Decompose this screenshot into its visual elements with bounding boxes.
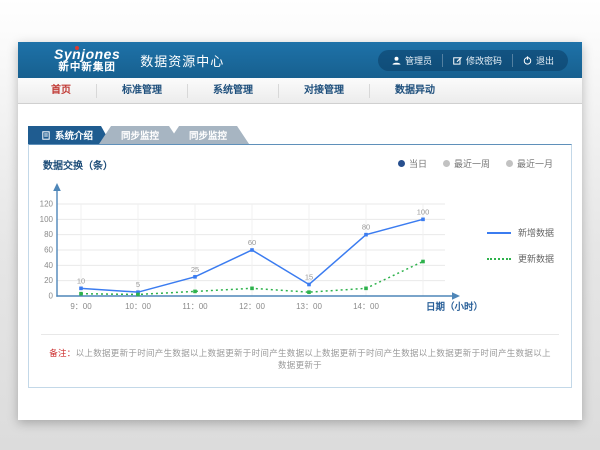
svg-text:60: 60: [44, 246, 53, 255]
main-nav: 首页 标准管理 系统管理 对接管理 数据异动: [18, 78, 582, 104]
data-point-label: 5: [136, 280, 140, 289]
chart-row: 0 20 40 60 80 100 120 9：00 10：00 11：00 12：00 13：00 1…: [29, 174, 571, 324]
data-point-label: 15: [305, 273, 313, 282]
radio-last-week[interactable]: 最近一周: [443, 157, 490, 170]
tab-sync-monitor-1[interactable]: 同步监控: [99, 126, 181, 144]
data-point: [421, 260, 425, 264]
legend-item-updated-data: 更新数据: [487, 252, 554, 265]
radio-today[interactable]: 当日: [398, 157, 427, 170]
user-toolbar: 管理员 修改密码 退出: [378, 50, 568, 71]
svg-text:13：00: 13：00: [296, 302, 322, 311]
radio-label: 最近一周: [454, 157, 490, 170]
nav-item-interface-mgmt[interactable]: 对接管理: [278, 84, 369, 98]
change-password-label: 修改密码: [466, 54, 502, 67]
line-chart: 0 20 40 60 80 100 120 9：00 10：00 11：00 12：00 13：00 1…: [33, 174, 485, 324]
logout-button[interactable]: 退出: [512, 54, 564, 67]
data-point: [250, 287, 254, 291]
footnote: 备注：以上数据更新于时间产生数据以上数据更新于时间产生数据以上数据更新于时间产生…: [29, 347, 571, 371]
data-point: [364, 233, 368, 237]
legend-label: 新增数据: [518, 226, 554, 239]
logout-label: 退出: [536, 54, 554, 67]
note-divider: [41, 334, 559, 335]
svg-text:11：00: 11：00: [182, 302, 208, 311]
user-label: 管理员: [405, 54, 432, 67]
desktop-background: Synjones 新中新集团 数据资源中心 管理员 修改密码 退出: [0, 0, 600, 450]
data-point: [307, 290, 311, 294]
footnote-label: 备注：: [49, 348, 75, 358]
data-point-label: 80: [362, 223, 370, 232]
radio-dot: [398, 160, 405, 167]
data-point: [364, 287, 368, 291]
page-title: 数据资源中心: [140, 51, 224, 70]
radio-label: 当日: [409, 157, 427, 170]
svg-text:80: 80: [44, 230, 53, 239]
data-point: [421, 218, 425, 222]
user-button[interactable]: 管理员: [382, 54, 442, 67]
radio-dot: [506, 160, 513, 167]
legend-line-sample-solid: [487, 232, 511, 234]
tab-label: 系统介绍: [55, 128, 93, 142]
nav-item-standard-mgmt[interactable]: 标准管理: [96, 84, 187, 98]
data-point-label: 100: [417, 207, 430, 216]
chart-panel: 当日 最近一周 最近一月 数据交换（条） 0204060801001209：00…: [28, 144, 572, 388]
tab-sync-monitor-2[interactable]: 同步监控: [167, 126, 249, 144]
x-axis-arrow-icon: [452, 292, 460, 300]
legend-label: 更新数据: [518, 252, 554, 265]
svg-text:9：00: 9：00: [70, 302, 92, 311]
change-password-button[interactable]: 修改密码: [442, 54, 512, 67]
data-point: [193, 290, 197, 294]
data-point: [79, 287, 83, 291]
legend-line-sample-dotted: [487, 258, 511, 260]
svg-text:10：00: 10：00: [125, 302, 151, 311]
svg-text:0: 0: [49, 292, 54, 301]
user-icon: [392, 56, 401, 65]
range-filter: 当日 最近一周 最近一月: [398, 157, 553, 170]
app-window: Synjones 新中新集团 数据资源中心 管理员 修改密码 退出: [18, 42, 582, 420]
radio-dot: [443, 160, 450, 167]
data-point-label: 60: [248, 238, 256, 247]
axes: [53, 183, 460, 300]
x-axis-title: 日期（小时）: [426, 301, 483, 313]
legend-item-new-data: 新增数据: [487, 226, 554, 239]
app-header: Synjones 新中新集团 数据资源中心 管理员 修改密码 退出: [18, 42, 582, 78]
logo-name: Synjones: [54, 47, 120, 62]
data-point: [250, 248, 254, 252]
nav-item-data-change[interactable]: 数据异动: [369, 84, 460, 98]
data-point-label: 25: [191, 265, 199, 274]
data-point: [136, 293, 140, 297]
logo-subtitle: 新中新集团: [54, 62, 120, 73]
document-icon: [42, 131, 50, 140]
svg-text:14：00: 14：00: [353, 302, 379, 311]
nav-item-home[interactable]: 首页: [26, 84, 96, 98]
svg-text:40: 40: [44, 261, 53, 270]
svg-text:100: 100: [40, 215, 54, 224]
svg-text:20: 20: [44, 276, 53, 285]
tab-label: 同步监控: [121, 128, 159, 142]
data-point: [193, 275, 197, 279]
logo: Synjones 新中新集团: [54, 47, 120, 73]
content-area: 系统介绍 同步监控 同步监控 当日 最近一周: [18, 104, 582, 388]
tab-bar: 系统介绍 同步监控 同步监控: [28, 126, 582, 144]
tab-label: 同步监控: [189, 128, 227, 142]
radio-label: 最近一月: [517, 157, 553, 170]
radio-last-month[interactable]: 最近一月: [506, 157, 553, 170]
chart-legend: 新增数据 更新数据: [487, 226, 554, 265]
svg-text:120: 120: [40, 200, 54, 209]
edit-icon: [453, 56, 462, 65]
data-point: [79, 292, 83, 296]
nav-item-system-mgmt[interactable]: 系统管理: [187, 84, 278, 98]
data-point-label: 10: [77, 276, 85, 285]
footnote-text: 以上数据更新于时间产生数据以上数据更新于时间产生数据以上数据更新于时间产生数据以…: [76, 348, 551, 370]
y-axis-arrow-icon: [53, 183, 61, 191]
power-icon: [523, 56, 532, 65]
svg-text:12：00: 12：00: [239, 302, 265, 311]
tab-system-intro[interactable]: 系统介绍: [28, 126, 111, 144]
data-point: [307, 283, 311, 287]
